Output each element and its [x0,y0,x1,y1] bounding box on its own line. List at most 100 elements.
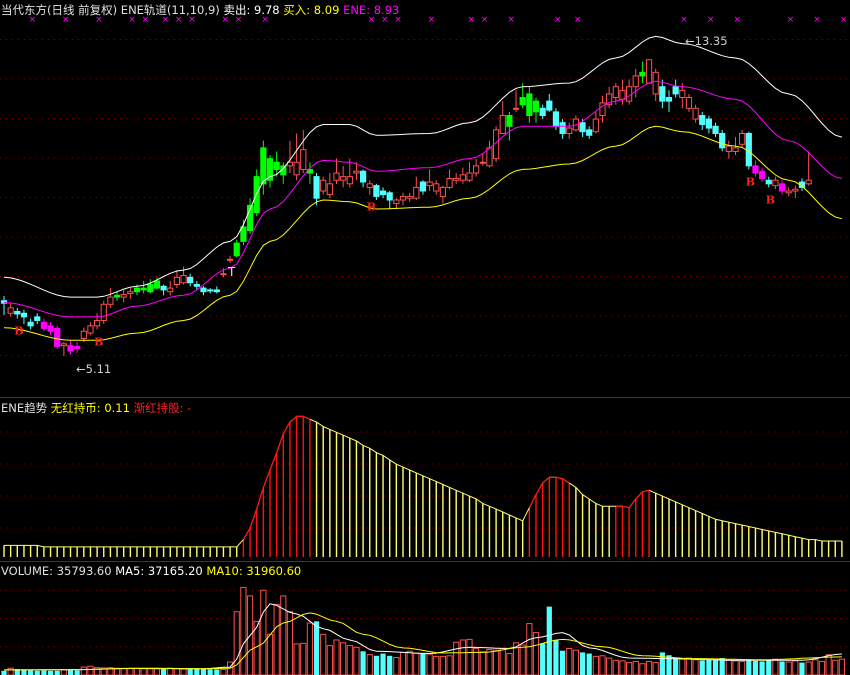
volume-bar [599,655,606,675]
candle-body [626,86,633,102]
volume-bar [74,670,80,675]
buy-label: 买入: [283,3,311,17]
candle-body [712,125,719,134]
candle-body [260,147,267,185]
candle-body [100,303,107,321]
volume-bar [346,645,353,675]
volume-bar [260,589,267,675]
volume-bar [28,670,34,675]
candle-body [333,172,340,181]
candle-body [506,114,513,127]
volume-bar [161,668,167,675]
candle-body [778,183,786,192]
volume-bar [173,668,181,675]
candle-body [739,132,746,145]
top-x-marker: × [734,15,742,25]
candle-body [705,118,712,129]
volume-bar [360,651,366,675]
candle-body [200,287,207,293]
volume-bar [792,660,799,675]
volume-bar [766,660,772,675]
candle-body [732,147,739,152]
candle-body [453,177,460,181]
volume-bar [133,668,141,675]
candle-body [187,276,194,284]
candle-body [220,273,227,276]
candle-body [692,107,699,120]
volume-bar [47,670,54,675]
volume-bar [752,660,759,675]
candle-body [413,186,420,199]
candle-body [459,174,466,181]
volume-bar [80,666,87,675]
candle-body [566,127,573,134]
volume-bar [493,649,500,675]
candle-body [393,199,400,205]
volume-bar [353,646,360,675]
candle-body [120,294,127,298]
top-x-marker: × [507,15,515,25]
volume-bar [120,668,127,675]
candle-body [499,114,506,134]
candle-body [320,179,327,192]
volume-bar [712,660,719,675]
candle-body [466,172,473,181]
candle-body [426,181,433,187]
volume-bar [1,670,7,675]
volume-bar [645,660,653,675]
volume-bar [699,660,705,675]
volume-bar [406,650,413,675]
candle-body [645,59,653,84]
candle-body [639,71,646,77]
volume-bar [293,643,300,675]
volume-bar [326,645,333,675]
candle-body [559,122,566,134]
volume-bar [818,660,826,675]
candle-body [326,183,333,196]
indicator-title: ENE轨道(11,10,9) [120,3,220,17]
volume-bar [266,633,274,675]
candle-body [80,330,87,339]
candle-body [360,170,367,183]
volume-bar [838,658,845,675]
candle-body [300,149,307,170]
candle-body [160,285,167,291]
candle-body [785,190,792,194]
candle-body [94,319,101,327]
volume-bar [140,668,147,675]
volume-bar [579,652,586,675]
candle-body [227,258,234,261]
candle-body [167,287,174,293]
candle-body [399,195,407,201]
candle-body [526,93,533,116]
volume-bar [439,655,446,675]
volume-bar [799,662,805,675]
volume-bar [759,661,765,675]
candle-body [373,185,380,197]
candle-body [519,97,526,106]
volume-bar [526,623,533,675]
candle-body [140,287,147,291]
red-label: 渐红持股: [133,401,184,415]
volume-bar [673,658,679,675]
volume-bar [127,668,134,675]
volume-bar [60,669,67,675]
trend-title: ENE趋势 [1,401,48,415]
low-price-annotation: ←5.11 [76,362,112,376]
volume-bar [706,659,712,675]
volume-bar [420,652,426,675]
candle-body [180,275,187,284]
volume-bar [779,661,785,675]
volume-bar [87,665,94,675]
candle-body [805,179,812,185]
ma5-value: 37165.20 [147,564,203,578]
volume-bar [200,668,207,675]
candle-body [659,86,666,102]
volume-bar [659,652,665,675]
volume-bar [320,633,327,675]
candle-body [14,310,21,315]
trend-panel-header: ENE趋势 无红持币: 0.11 渐红持股: - [1,401,191,415]
volume-bar [606,657,613,675]
volume-bar [273,603,280,675]
buy-signal-marker: B [367,201,376,214]
